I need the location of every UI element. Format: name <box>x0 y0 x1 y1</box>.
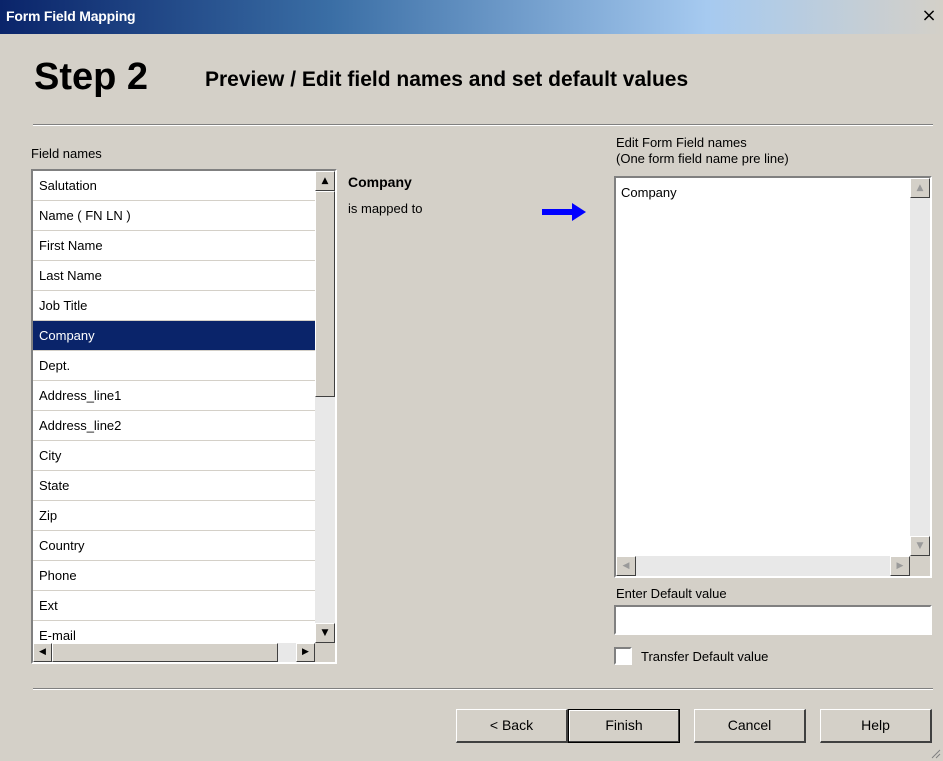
step-title: Step 2 <box>34 56 149 98</box>
footer-divider <box>33 688 933 690</box>
mapped-field-name: Company <box>348 174 412 190</box>
scrollbar-corner <box>315 643 335 662</box>
scroll-left-button[interactable]: ◀ <box>33 643 52 662</box>
textarea-vertical-scrollbar[interactable]: ▲ ▼ <box>910 178 930 556</box>
list-item[interactable]: Ext <box>33 591 315 621</box>
list-item[interactable]: First Name <box>33 231 315 261</box>
finish-button[interactable]: Finish <box>568 709 680 743</box>
scrollbar-thumb[interactable] <box>315 191 335 397</box>
help-button[interactable]: Help <box>820 709 932 743</box>
list-item[interactable]: City <box>33 441 315 471</box>
field-names-list[interactable]: Salutation Name ( FN LN ) First Name Las… <box>31 169 337 664</box>
list-item[interactable]: Name ( FN LN ) <box>33 201 315 231</box>
default-value-label: Enter Default value <box>616 586 727 601</box>
list-item[interactable]: Job Title <box>33 291 315 321</box>
list-horizontal-scrollbar[interactable]: ◀ ▶ <box>33 643 315 662</box>
textarea-scroll-left-button[interactable]: ◀ <box>616 556 636 576</box>
transfer-default-label[interactable]: Transfer Default value <box>641 649 768 664</box>
list-item[interactable]: Zip <box>33 501 315 531</box>
field-names-textarea[interactable]: Company ▲ ▼ ◀ ▶ <box>614 176 932 578</box>
right-arrow-icon <box>542 203 586 221</box>
cancel-button[interactable]: Cancel <box>694 709 806 743</box>
list-vertical-scrollbar[interactable]: ▲ ▼ <box>315 171 335 643</box>
transfer-default-checkbox[interactable] <box>614 647 632 665</box>
edit-field-names-label: Edit Form Field names <box>616 135 747 150</box>
textarea-scroll-right-button[interactable]: ▶ <box>890 556 910 576</box>
horizontal-scrollbar-thumb[interactable] <box>52 643 278 662</box>
resize-grip-icon[interactable] <box>929 747 941 759</box>
scroll-down-button[interactable]: ▼ <box>315 623 335 643</box>
list-item[interactable]: E-mail <box>33 621 315 643</box>
list-item[interactable]: Address_line2 <box>33 411 315 441</box>
list-item[interactable]: Salutation <box>33 171 315 201</box>
list-item-selected[interactable]: Company <box>33 321 315 351</box>
list-item[interactable]: State <box>33 471 315 501</box>
list-item[interactable]: Country <box>33 531 315 561</box>
list-item[interactable]: Dept. <box>33 351 315 381</box>
header-divider <box>33 124 933 126</box>
scroll-right-button[interactable]: ▶ <box>296 643 315 662</box>
default-value-input[interactable] <box>614 605 932 635</box>
field-names-label: Field names <box>31 146 102 161</box>
textarea-scrollbar-corner <box>910 556 930 576</box>
close-button[interactable]: × <box>919 6 939 26</box>
mapped-to-label: is mapped to <box>348 201 423 216</box>
field-names-items: Salutation Name ( FN LN ) First Name Las… <box>33 171 315 643</box>
textarea-scroll-up-button[interactable]: ▲ <box>910 178 930 198</box>
window-title: Form Field Mapping <box>6 8 136 24</box>
textarea-horizontal-scrollbar[interactable]: ◀ ▶ <box>616 556 910 576</box>
list-item[interactable]: Address_line1 <box>33 381 315 411</box>
edit-field-names-hint: (One form field name pre line) <box>616 151 789 166</box>
back-button[interactable]: < Back <box>456 709 568 743</box>
textarea-scroll-down-button[interactable]: ▼ <box>910 536 930 556</box>
list-item[interactable]: Last Name <box>33 261 315 291</box>
step-description: Preview / Edit field names and set defau… <box>205 68 689 91</box>
title-bar[interactable]: Form Field Mapping × <box>0 0 943 34</box>
list-item[interactable]: Phone <box>33 561 315 591</box>
scroll-up-button[interactable]: ▲ <box>315 171 335 191</box>
textarea-value: Company <box>621 185 677 200</box>
